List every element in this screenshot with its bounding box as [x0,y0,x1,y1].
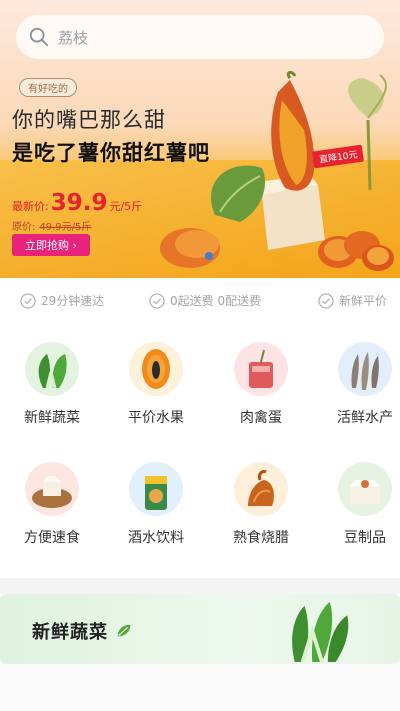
service-features: 29分钟速达 0起送费 0配送费 新鲜平价 [0,282,400,320]
price-label: 最新价: [12,200,49,213]
feature-label: 29分钟速达 [41,294,105,308]
banner-tag: 有好吃的 [19,78,77,97]
category-vegetables[interactable]: 新鲜蔬菜 [7,342,97,427]
drink-icon [145,476,167,510]
orig-price-label: 原价: [12,222,36,233]
section-divider [0,578,400,594]
check-circle-icon [149,292,165,309]
leaf-icon [117,624,131,637]
feature-label: 0起送费 0配送费 [170,294,262,308]
promo-banner[interactable]: 荔枝 有好吃的 你的嘴巴那么甜 是吃了薯你甜红薯吧 直降10元 最新价: 39.… [0,0,400,278]
search-icon [29,27,49,47]
category-label: 豆制品 [344,530,386,546]
category-deli[interactable]: 熟食烧腊 [216,462,306,547]
next-section [0,664,400,711]
price-value: 39.9 [50,190,108,216]
category-meat[interactable]: 肉禽蛋 [216,342,306,427]
check-circle-icon [20,292,36,309]
current-price: 最新价: 39.9 元/5斤 [12,190,142,216]
search-bar[interactable]: 荔枝 [16,15,384,59]
category-drinks[interactable]: 酒水饮料 [111,462,201,547]
orig-price-value: 49.9元/5斤 [39,222,92,233]
category-label: 肉禽蛋 [240,410,282,426]
check-circle-icon [318,292,334,309]
tofu-icon [350,480,380,504]
category-tofu[interactable]: 豆制品 [320,462,400,547]
feature-free-delivery: 0起送费 0配送费 [149,292,261,309]
category-label: 新鲜蔬菜 [24,410,80,426]
meat-icon [249,349,273,388]
banner-headline-2: 是吃了薯你甜红薯吧 [12,141,210,165]
price-unit: 元/5斤 [109,200,143,213]
instant-food-icon [32,476,72,508]
section-title: 新鲜蔬菜 [32,618,133,644]
shrimp-icon [351,352,379,390]
vegetable-icon [38,354,67,389]
category-fruits[interactable]: 平价水果 [111,342,201,427]
feature-label: 新鲜平价 [339,294,388,308]
category-label: 酒水饮料 [128,530,184,546]
category-instant-food[interactable]: 方便速食 [7,462,97,547]
category-label: 活鲜水产 [337,410,393,426]
category-label: 平价水果 [128,410,184,426]
vegetable-section-banner[interactable]: 新鲜蔬菜 [0,594,400,664]
buy-now-button[interactable]: 立即抢购 › [12,234,90,256]
feature-fast-delivery: 29分钟速达 [20,292,104,309]
category-seafood[interactable]: 活鲜水产 [320,342,400,427]
original-price: 原价: 49.9元/5斤 [12,218,91,233]
feature-fresh-price: 新鲜平价 [318,292,387,309]
category-label: 熟食烧腊 [233,530,289,546]
search-input[interactable]: 荔枝 [58,27,88,48]
roast-duck-icon [248,470,274,506]
greens-illustration [292,601,349,663]
category-label: 方便速食 [24,530,80,546]
banner-headline-1: 你的嘴巴那么甜 [12,108,166,132]
papaya-icon [142,349,170,389]
